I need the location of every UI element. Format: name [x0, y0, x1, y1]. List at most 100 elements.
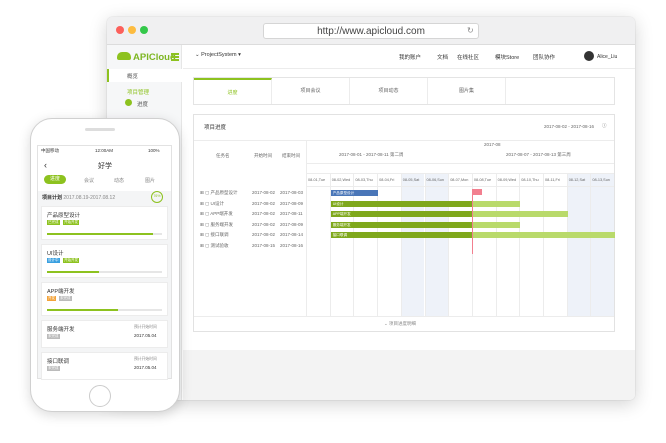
task-end: 2017-08-09 [280, 200, 304, 206]
maximize-dot[interactable] [140, 26, 148, 34]
task-card[interactable]: APP端开发 开发 未完成 [41, 282, 168, 316]
day-header: 08-09,Wed [497, 178, 517, 182]
gantt-bar-remaining[interactable] [472, 211, 568, 217]
task-end: 2017-08-11 [280, 211, 303, 216]
gantt-bar-remaining[interactable] [472, 232, 616, 238]
sidebar-item-overview-bg [107, 69, 182, 82]
weekend-shade [590, 173, 615, 316]
sidebar-item-overview[interactable]: 概览 [127, 72, 138, 80]
day-gridline [306, 173, 307, 316]
phone-tab-activity[interactable]: 动态 [114, 177, 124, 184]
day-header: 08-12,Sat [568, 178, 586, 182]
gantt-bar[interactable]: 产品原型设计 [330, 190, 379, 196]
nav-community[interactable]: 在线社区 [457, 53, 479, 61]
status-badge: 已完成 [47, 220, 60, 225]
menu-icon[interactable] [171, 53, 179, 61]
weekend-shade [566, 173, 591, 316]
weekend-shade [400, 173, 425, 316]
card-note: 预计开始时间 [134, 325, 157, 329]
carrier: 中国移动 [41, 148, 59, 153]
tab-activity[interactable]: 项目动态 [350, 78, 428, 104]
status-badge: 未完成 [59, 296, 72, 301]
project-name: ProjectSystem [201, 52, 237, 58]
footer-link[interactable]: ⌄ 项目进度明细 [384, 321, 416, 327]
task-name[interactable]: ⊞ ▢ UI设计 [200, 201, 224, 207]
gantt-bar[interactable]: APP端开发 [330, 211, 473, 217]
gantt-bar[interactable]: 接口联调 [330, 232, 473, 238]
sidebar-item-project[interactable]: 项目管理 [127, 88, 149, 96]
card-title: APP端开发 [47, 289, 75, 295]
day-header: 08-04,Fri [379, 178, 395, 182]
browser-window: http://www.apicloud.com ↻ APICloud 概览 项目… [107, 17, 635, 400]
header-rule [306, 173, 614, 174]
phone-speaker [85, 128, 115, 131]
task-card[interactable]: UI设计 设计中 开始开发 [41, 244, 168, 278]
day-header: 08-07,Mon [450, 178, 469, 182]
task-card[interactable]: 服务端开发 未完成 预计开始时间 2017.05.04 [41, 320, 168, 348]
tab-bar: 进度 项目会议 项目动态 图片集 [193, 77, 615, 105]
plan-label: 项目计划 2017.08.19-2017.08.12 [42, 194, 115, 201]
task-card[interactable]: 接口联调 未完成 预计开始时间 2017.05.04 [41, 352, 168, 380]
day-header: 08-05,Sat [402, 178, 420, 182]
status-badge: 未完成 [47, 334, 60, 339]
task-name[interactable]: ⊞ ▢ 产品原型设计 [200, 190, 238, 196]
task-name[interactable]: ⊞ ▢ 接口联调 [200, 232, 229, 238]
avatar[interactable] [584, 51, 594, 61]
cloud-icon [117, 52, 131, 60]
back-icon[interactable]: ‹ [44, 160, 47, 170]
sidebar-item-progress[interactable]: 进度 [137, 100, 148, 108]
minimize-dot[interactable] [128, 26, 136, 34]
gantt-bar-remaining[interactable] [472, 221, 521, 228]
gantt-bar-remaining[interactable] [472, 200, 521, 207]
project-switcher[interactable]: ⌄ ProjectSystem ▾ [195, 52, 241, 58]
task-end: 2017-08-03 [280, 190, 304, 195]
gantt-bar[interactable]: 服务端开发 [330, 221, 473, 228]
nav-team[interactable]: 团队协作 [533, 53, 555, 61]
day-header: 08-06,Sun [426, 178, 445, 182]
logo: APICloud [117, 51, 176, 65]
task-end: 2017-08-16 [280, 242, 304, 248]
day-header: 08-01,Tue [308, 178, 326, 182]
phone-tab-gallery[interactable]: 图片 [145, 177, 155, 184]
address-bar[interactable]: http://www.apicloud.com [263, 23, 479, 39]
tab-gallery[interactable]: 图片集 [428, 78, 506, 104]
tab-progress[interactable]: 进度 [194, 78, 272, 104]
status-badge: 开发 [47, 296, 56, 301]
task-name[interactable]: ⊞ ▢ 测试验收 [200, 243, 229, 249]
task-card[interactable]: 产品原型设计 已完成 开始开发 [41, 206, 168, 240]
task-name[interactable]: ⊞ ▢ APP端开发 [200, 211, 233, 217]
status-badge: 开始开发 [63, 258, 79, 263]
user-name[interactable]: Alice_Liu [597, 54, 617, 60]
task-name[interactable]: ⊞ ▢ 服务端开发 [200, 222, 233, 228]
weekend-shade [424, 173, 449, 316]
page-bottom [183, 350, 635, 400]
task-start: 2017-08-02 [252, 221, 276, 227]
status-badge: 开始开发 [63, 220, 79, 225]
day-gridline [424, 173, 426, 316]
progress-icon [125, 99, 132, 106]
nav-store[interactable]: 模块Store [495, 53, 519, 61]
task-start: 2017-08-02 [252, 190, 276, 195]
browser-titlebar: http://www.apicloud.com ↻ [107, 17, 635, 45]
card-note: 预计开始时间 [134, 357, 157, 361]
home-button[interactable] [89, 385, 111, 407]
day-header: 08-10,Thu [521, 178, 539, 182]
gantt-bar[interactable]: UI设计 [330, 200, 473, 207]
progress-fill [47, 309, 119, 311]
gantt-area: 08-01,Tue 08-02,Wed 08-03,Thu 08-04,Fri 08-0… [194, 115, 616, 331]
task-end: 2017-08-09 [280, 221, 304, 227]
close-dot[interactable] [116, 26, 124, 34]
status-badge: 设计中 [47, 258, 60, 263]
card-title: 服务端开发 [47, 327, 75, 333]
tab-meeting[interactable]: 项目会议 [272, 78, 350, 104]
nav-docs[interactable]: 文档 [437, 53, 448, 61]
footer-text: 项目进度明细 [389, 321, 417, 326]
phone-tab-meeting[interactable]: 会议 [84, 177, 94, 184]
plan-range: 2017.08.19-2017.08.12 [63, 195, 116, 201]
card-date: 2017.05.04 [134, 333, 157, 338]
phone-tab-progress[interactable]: 进度 [44, 175, 66, 184]
card-title: 产品原型设计 [47, 213, 81, 219]
task-end: 2017-08-14 [280, 232, 304, 237]
nav-account[interactable]: 我的账户 [399, 53, 421, 61]
reload-icon[interactable]: ↻ [467, 23, 477, 39]
